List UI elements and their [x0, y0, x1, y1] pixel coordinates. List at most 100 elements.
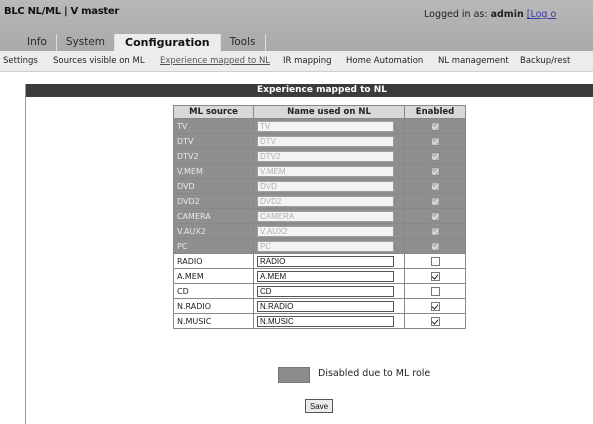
disabled-legend-swatch	[278, 367, 310, 383]
column-header-name: Name used on NL	[253, 105, 405, 119]
table-row: N.MUSIC	[173, 313, 466, 329]
logout-link[interactable]: [Log o	[527, 9, 557, 20]
nl-name-input	[257, 165, 394, 177]
enabled-checkbox	[430, 121, 440, 131]
enabled-cell	[404, 283, 466, 299]
table-row: PC	[173, 238, 466, 254]
enabled-checkbox[interactable]	[430, 256, 440, 266]
enabled-cell	[404, 238, 466, 254]
subnav-backup-rest[interactable]: Backup/rest	[520, 56, 570, 66]
app-title: BLC NL/ML | V master	[4, 6, 119, 17]
enabled-cell	[404, 298, 466, 314]
nl-name-input[interactable]	[257, 285, 394, 297]
enabled-checkbox[interactable]	[430, 286, 440, 296]
subnav-sources-visible-on-ml[interactable]: Sources visible on ML	[53, 56, 145, 66]
source-cell: CD	[173, 283, 254, 299]
source-cell: TV	[173, 118, 254, 134]
nl-name-input	[257, 150, 394, 162]
name-cell	[253, 118, 405, 134]
enabled-cell	[404, 208, 466, 224]
name-cell	[253, 133, 405, 149]
name-cell	[253, 178, 405, 194]
name-cell	[253, 253, 405, 269]
enabled-checkbox[interactable]	[430, 316, 440, 326]
source-cell: PC	[173, 238, 254, 254]
enabled-cell	[404, 313, 466, 329]
enabled-cell	[404, 193, 466, 209]
enabled-checkbox[interactable]	[430, 301, 440, 311]
subnav-nl-management[interactable]: NL management	[438, 56, 509, 66]
enabled-cell	[404, 178, 466, 194]
nl-name-input[interactable]	[257, 255, 394, 267]
enabled-checkbox	[430, 136, 440, 146]
table-row: V.AUX2	[173, 223, 466, 239]
enabled-checkbox	[430, 241, 440, 251]
subnav-home-automation[interactable]: Home Automation	[346, 56, 423, 66]
name-cell	[253, 193, 405, 209]
nl-name-input	[257, 210, 394, 222]
nl-name-input	[257, 135, 394, 147]
top-bar: BLC NL/ML | V master Logged in as: admin…	[0, 0, 593, 51]
table-row: CAMERA	[173, 208, 466, 224]
column-header-source: ML source	[173, 105, 254, 119]
sub-navigation: Settings Sources visible on ML Experience …	[0, 51, 593, 72]
panel-header: Experience mapped to NL	[26, 84, 593, 97]
subnav-settings[interactable]: Settings	[3, 56, 38, 66]
nl-name-input[interactable]	[257, 315, 394, 327]
enabled-checkbox	[430, 151, 440, 161]
tab-configuration[interactable]: Configuration	[115, 34, 221, 51]
logged-in-label: Logged in as:	[424, 9, 488, 20]
enabled-checkbox[interactable]	[430, 271, 440, 281]
source-cell: DVD	[173, 178, 254, 194]
table-header-row: ML source Name used on NL Enabled	[173, 105, 466, 119]
enabled-checkbox	[430, 211, 440, 221]
enabled-checkbox	[430, 196, 440, 206]
nl-name-input	[257, 240, 394, 252]
nl-name-input	[257, 195, 394, 207]
nl-name-input	[257, 225, 394, 237]
main-tabs: Info System Configuration Tools	[18, 34, 266, 51]
tab-system[interactable]: System	[57, 34, 116, 51]
table-row: N.RADIO	[173, 298, 466, 314]
table-row: TV	[173, 118, 466, 134]
name-cell	[253, 313, 405, 329]
nl-name-input	[257, 180, 394, 192]
source-cell: RADIO	[173, 253, 254, 269]
source-cell: N.MUSIC	[173, 313, 254, 329]
name-cell	[253, 223, 405, 239]
mapping-table: ML source Name used on NL Enabled TVDTVD…	[173, 105, 466, 329]
subnav-ir-mapping[interactable]: IR mapping	[283, 56, 332, 66]
content-panel: Experience mapped to NL ML source Name u…	[25, 84, 593, 424]
table-row: DTV2	[173, 148, 466, 164]
panel-title: Experience mapped to NL	[257, 85, 388, 95]
name-cell	[253, 163, 405, 179]
source-cell: A.MEM	[173, 268, 254, 284]
enabled-cell	[404, 148, 466, 164]
table-row: RADIO	[173, 253, 466, 269]
login-status: Logged in as: admin [Log o	[424, 9, 556, 20]
source-cell: V.AUX2	[173, 223, 254, 239]
save-button[interactable]: Save	[305, 399, 333, 413]
name-cell	[253, 268, 405, 284]
nl-name-input[interactable]	[257, 300, 394, 312]
username: admin	[490, 9, 524, 20]
name-cell	[253, 238, 405, 254]
nl-name-input[interactable]	[257, 270, 394, 282]
enabled-checkbox	[430, 166, 440, 176]
tab-info[interactable]: Info	[18, 34, 57, 51]
nl-name-input	[257, 120, 394, 132]
name-cell	[253, 298, 405, 314]
table-row: DVD2	[173, 193, 466, 209]
enabled-cell	[404, 118, 466, 134]
source-cell: DTV	[173, 133, 254, 149]
tab-tools[interactable]: Tools	[221, 34, 266, 51]
disabled-legend-text: Disabled due to ML role	[318, 368, 431, 379]
source-cell: CAMERA	[173, 208, 254, 224]
table-row: DVD	[173, 178, 466, 194]
name-cell	[253, 148, 405, 164]
table-row: A.MEM	[173, 268, 466, 284]
enabled-cell	[404, 223, 466, 239]
enabled-cell	[404, 133, 466, 149]
subnav-experience-mapped-to-nl[interactable]: Experience mapped to NL	[160, 56, 270, 66]
table-row: DTV	[173, 133, 466, 149]
